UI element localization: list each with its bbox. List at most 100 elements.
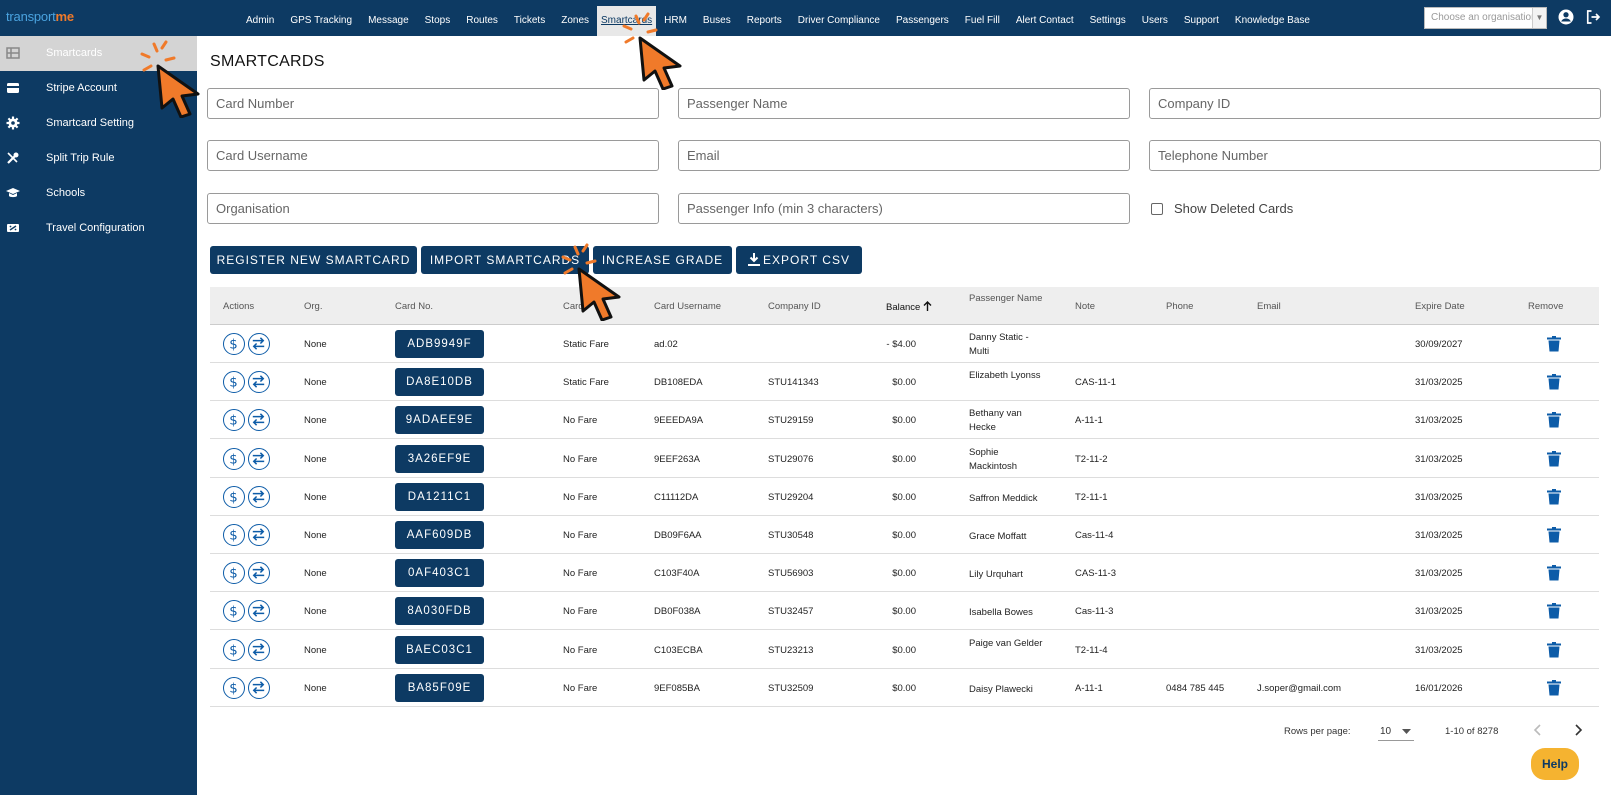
brand-logo[interactable]: transportme [6, 9, 74, 24]
th-expire-date[interactable]: Expire Date [1415, 301, 1465, 312]
th-card-type[interactable]: Card [563, 301, 584, 312]
nav-item-hrm[interactable]: HRM [656, 0, 695, 36]
card-number-chip[interactable]: BAEC03C1 [395, 635, 484, 664]
trash-icon[interactable] [1547, 641, 1561, 658]
nav-item-buses[interactable]: Buses [695, 0, 739, 36]
nav-item-alert-contact[interactable]: Alert Contact [1008, 0, 1082, 36]
card-number-chip[interactable]: 3A26EF9E [395, 444, 484, 473]
telephone-input[interactable] [1149, 140, 1601, 171]
nav-item-tickets[interactable]: Tickets [506, 0, 553, 36]
card-number-chip[interactable]: BA85F09E [395, 673, 484, 702]
show-deleted-toggle[interactable]: Show Deleted Cards [1151, 201, 1293, 216]
swap-arrows-icon[interactable] [248, 676, 270, 699]
export-csv-button[interactable]: EXPORT CSV [736, 246, 862, 274]
card-number-input[interactable] [207, 88, 659, 119]
th-passenger-name[interactable]: Passenger Name [969, 293, 1042, 304]
dollar-circle-icon[interactable]: $ [223, 676, 245, 699]
table-row: $ None 9ADAEE9E No Fare 9EEEDA9A STU29159 $0.0… [210, 401, 1599, 440]
dollar-circle-icon[interactable]: $ [223, 524, 245, 546]
nav-item-routes[interactable]: Routes [458, 0, 506, 36]
dollar-circle-icon[interactable]: $ [223, 371, 245, 394]
nav-item-settings[interactable]: Settings [1082, 0, 1134, 36]
swap-arrows-icon[interactable] [248, 638, 270, 661]
help-button[interactable]: Help [1531, 748, 1579, 780]
card-username-input[interactable] [207, 140, 659, 171]
trash-icon[interactable] [1547, 488, 1561, 505]
sidebar-item-smartcard-setting[interactable]: Smartcard Setting [0, 106, 197, 141]
trash-icon[interactable] [1547, 336, 1561, 352]
card-number-chip[interactable]: AAF609DB [395, 521, 484, 549]
nav-item-reports[interactable]: Reports [739, 0, 790, 36]
dollar-circle-icon[interactable]: $ [223, 485, 245, 508]
sidebar-item-smartcards[interactable]: Smartcards [0, 36, 197, 71]
dollar-circle-icon[interactable]: $ [223, 447, 245, 470]
organisation-select[interactable]: Choose an organisation ▼ [1424, 7, 1547, 29]
card-number-chip[interactable]: DA8E10DB [395, 368, 484, 397]
swap-arrows-icon[interactable] [248, 524, 270, 546]
trash-icon[interactable] [1547, 679, 1561, 696]
dollar-circle-icon[interactable]: $ [223, 409, 245, 432]
swap-arrows-icon[interactable] [248, 600, 270, 623]
trash-icon[interactable] [1547, 374, 1561, 390]
next-page-icon[interactable] [1570, 722, 1586, 738]
nav-item-admin[interactable]: Admin [238, 0, 282, 36]
email-input[interactable] [678, 140, 1130, 171]
account-circle-icon[interactable] [1557, 8, 1575, 26]
th-phone[interactable]: Phone [1166, 301, 1193, 312]
rows-per-page-select[interactable]: 10 [1378, 723, 1414, 741]
card-number-chip[interactable]: DA1211C1 [395, 482, 484, 511]
sidebar-item-split-trip-rule[interactable]: Split Trip Rule [0, 141, 197, 176]
th-card-no[interactable]: Card No. [395, 301, 433, 312]
swap-arrows-icon[interactable] [248, 371, 270, 394]
import-smartcards-button[interactable]: IMPORT SMARTCARDS [421, 246, 589, 274]
increase-grade-button[interactable]: INCREASE GRADE [593, 246, 732, 274]
swap-arrows-icon[interactable] [248, 447, 270, 470]
th-email[interactable]: Email [1257, 301, 1281, 312]
th-note[interactable]: Note [1075, 301, 1095, 312]
logout-icon[interactable] [1584, 8, 1602, 26]
sidebar-item-stripe-account[interactable]: Stripe Account [0, 71, 197, 106]
card-number-chip[interactable]: 0AF403C1 [395, 559, 484, 588]
card-number-chip[interactable]: ADB9949F [395, 330, 484, 358]
sidebar-item-schools[interactable]: Schools [0, 176, 197, 211]
card-number-chip[interactable]: 8A030FDB [395, 597, 484, 626]
show-deleted-checkbox[interactable] [1151, 202, 1163, 215]
company-id-input[interactable] [1149, 88, 1601, 119]
trash-icon[interactable] [1547, 527, 1561, 543]
nav-item-knowledge-base[interactable]: Knowledge Base [1227, 0, 1318, 36]
nav-item-fuel-fill[interactable]: Fuel Fill [957, 0, 1008, 36]
th-balance[interactable]: Balance [886, 301, 932, 313]
nav-item-smartcards[interactable]: Smartcards [597, 6, 657, 36]
swap-arrows-icon[interactable] [248, 485, 270, 508]
organisation-input[interactable] [207, 193, 659, 224]
passenger-info-input[interactable] [678, 193, 1130, 224]
prev-page-icon[interactable] [1530, 722, 1546, 738]
dollar-circle-icon[interactable]: $ [223, 333, 245, 355]
th-card-username[interactable]: Card Username [654, 301, 721, 312]
swap-arrows-icon[interactable] [248, 333, 270, 355]
nav-item-zones[interactable]: Zones [553, 0, 597, 36]
trash-icon[interactable] [1547, 450, 1561, 467]
register-smartcard-button[interactable]: REGISTER NEW SMARTCARD [210, 246, 417, 274]
nav-item-driver-compliance[interactable]: Driver Compliance [790, 0, 888, 36]
sidebar-item-travel-configuration[interactable]: Travel Configuration [0, 211, 197, 246]
nav-item-support[interactable]: Support [1176, 0, 1227, 36]
card-number-chip[interactable]: 9ADAEE9E [395, 406, 484, 435]
passenger-name-input[interactable] [678, 88, 1130, 119]
nav-item-passengers[interactable]: Passengers [888, 0, 957, 36]
swap-arrows-icon[interactable] [248, 409, 270, 432]
swap-arrows-icon[interactable] [248, 562, 270, 585]
trash-icon[interactable] [1547, 412, 1561, 428]
trash-icon[interactable] [1547, 603, 1561, 619]
dollar-circle-icon[interactable]: $ [223, 562, 245, 585]
dollar-circle-icon[interactable]: $ [223, 600, 245, 623]
nav-item-users[interactable]: Users [1134, 0, 1176, 36]
nav-item-gps-tracking[interactable]: GPS Tracking [282, 0, 360, 36]
trash-icon[interactable] [1547, 565, 1561, 581]
nav-item-message[interactable]: Message [360, 0, 417, 36]
nav-item-stops[interactable]: Stops [417, 0, 459, 36]
th-company-id[interactable]: Company ID [768, 301, 821, 312]
dollar-circle-icon[interactable]: $ [223, 638, 245, 661]
th-org[interactable]: Org. [304, 301, 322, 312]
cell-passenger-name: Elizabeth Lyonss [969, 370, 1041, 382]
